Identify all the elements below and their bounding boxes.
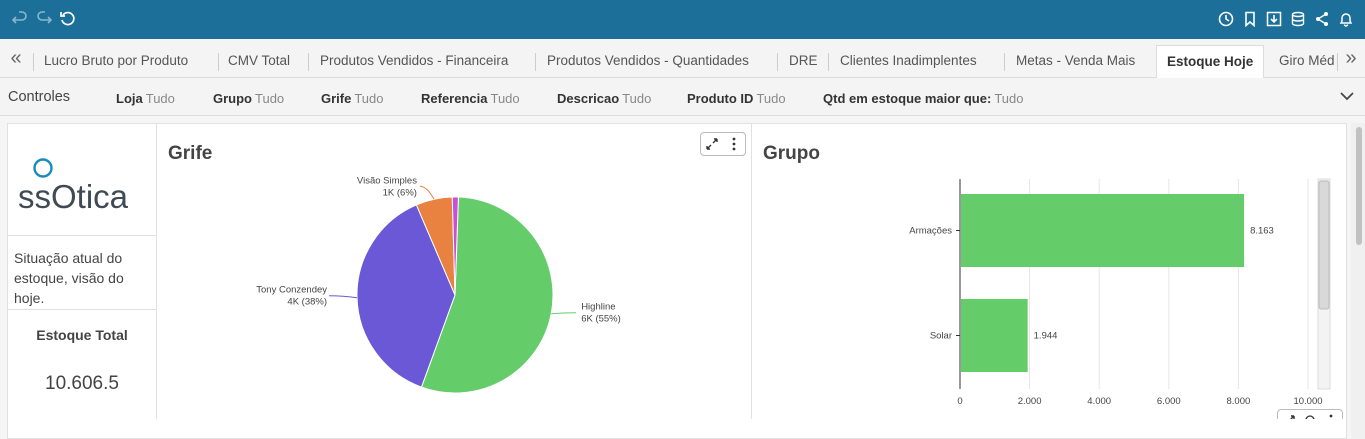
tab-produtos-vendidos-financeira[interactable]: Produtos Vendidos - Financeira	[320, 48, 508, 76]
filter-value: Tudo	[994, 91, 1024, 106]
filter-value: Tudo	[490, 91, 520, 106]
logo: ssOtica	[8, 124, 156, 236]
bar-armaes[interactable]	[961, 194, 1245, 267]
expand-icon[interactable]	[704, 136, 720, 152]
tab-lucro-bruto-por-produto[interactable]: Lucro Bruto por Produto	[44, 48, 188, 76]
filter-grife[interactable]: Grife Tudo	[321, 91, 384, 106]
tab-divider	[1004, 53, 1005, 71]
page-scrollbar[interactable]	[1351, 123, 1365, 439]
scrollbar-thumb[interactable]	[1356, 127, 1362, 245]
pie-label: Visão Simples	[357, 175, 417, 186]
total-kpi: Estoque Total 10.606.5	[8, 309, 156, 421]
pie-label: Highline	[581, 302, 615, 313]
tab-divider	[218, 53, 219, 71]
tab-produtos-vendidos-quantidades[interactable]: Produtos Vendidos - Quantidades	[547, 48, 749, 76]
filter-value: Tudo	[756, 91, 786, 106]
pie-value-label: 6K (55%)	[581, 314, 621, 325]
dashboard-tabs: « Lucro Bruto por Produto CMV Total Prod…	[0, 39, 1365, 79]
tab-giro-medio[interactable]: Giro Méd	[1279, 48, 1335, 76]
controls-bar: Controles Loja Tudo Grupo Tudo Grife Tudo R…	[0, 78, 1365, 116]
grife-pie-chart: Highline6K (55%) Tony Conzendey4K (38%) Vi…	[256, 175, 621, 394]
filter-label: Grupo	[213, 91, 252, 106]
dashboard-content: ssOtica Situação atual do estoque, visão…	[0, 116, 1365, 439]
x-tick-label: 2.000	[1018, 396, 1042, 407]
database-icon[interactable]	[1290, 11, 1306, 27]
grupo-bar-chart: 0 2.000 4.000 6.000 8.000 10.000 Armações 8.163…	[909, 178, 1331, 407]
filter-label: Grife	[321, 91, 352, 106]
filter-produto-id[interactable]: Produto ID Tudo	[687, 91, 786, 106]
undo-icon[interactable]	[12, 11, 28, 27]
zoom-slider-handle[interactable]	[1318, 180, 1330, 310]
refresh-icon[interactable]	[60, 11, 76, 27]
total-label: Estoque Total	[36, 327, 128, 343]
total-value: 10.606.5	[45, 373, 119, 394]
summary-panel: ssOtica Situação atual do estoque, visão…	[7, 123, 157, 420]
pie-label: Tony Conzendey	[256, 285, 327, 296]
clock-icon[interactable]	[1218, 11, 1234, 27]
more-options-icon[interactable]	[726, 136, 742, 152]
filter-label: Loja	[116, 91, 143, 106]
bar-value-label: 1.944	[1034, 331, 1058, 342]
bookmark-icon[interactable]	[1242, 11, 1258, 27]
filter-qtd-em-estoque[interactable]: Qtd em estoque maior que: Tudo	[823, 91, 1023, 106]
filter-loja[interactable]: Loja Tudo	[116, 91, 175, 106]
tabs-scroll-right-icon[interactable]: »	[1337, 39, 1365, 78]
filter-value: Tudo	[145, 91, 175, 106]
tab-clientes-inadimplentes[interactable]: Clientes Inadimplentes	[840, 48, 977, 76]
tab-divider	[777, 53, 778, 71]
filter-value: Tudo	[622, 91, 652, 106]
filter-referencia[interactable]: Referencia Tudo	[421, 91, 520, 106]
tab-divider	[828, 53, 829, 71]
controls-title: Controles	[8, 89, 71, 105]
x-tick-label: 8.000	[1227, 396, 1251, 407]
bar-value-label: 8.163	[1250, 226, 1274, 237]
filter-label: Descricao	[557, 91, 620, 106]
x-tick-label: 10.000	[1293, 396, 1322, 407]
redo-icon[interactable]	[36, 11, 52, 27]
share-icon[interactable]	[1314, 11, 1330, 27]
tab-cmv-total[interactable]: CMV Total	[228, 48, 290, 76]
pie-value-label: 1K (6%)	[383, 187, 417, 198]
filter-value: Tudo	[255, 91, 285, 106]
filter-value: Tudo	[354, 91, 384, 106]
filter-descricao[interactable]: Descricao Tudo	[557, 91, 651, 106]
grife-chart-actions	[700, 132, 746, 156]
y-category-label: Solar	[930, 331, 952, 342]
x-tick-label: 4.000	[1087, 396, 1111, 407]
x-tick-label: 0	[957, 396, 962, 407]
chevron-down-icon[interactable]	[1339, 88, 1355, 104]
tab-divider	[33, 53, 34, 71]
panel-footer-strip	[7, 419, 1347, 439]
dashboard-description: Situação atual do estoque, visão do hoje…	[14, 250, 124, 306]
filter-label: Qtd em estoque maior que:	[823, 91, 992, 106]
top-toolbar	[0, 0, 1365, 39]
grupo-chart-panel: Grupo 0 2.000 4.000 6.000 8.000 10.000 Armaçõe…	[751, 123, 1347, 433]
tab-divider	[308, 53, 309, 71]
tabs-scroll-left-icon[interactable]: «	[2, 39, 30, 78]
filter-label: Referencia	[421, 91, 488, 106]
filter-grupo[interactable]: Grupo Tudo	[213, 91, 284, 106]
bell-icon[interactable]	[1338, 11, 1354, 27]
pie-value-label: 4K (38%)	[287, 297, 327, 308]
x-tick-label: 6.000	[1157, 396, 1181, 407]
bar-solar[interactable]	[961, 299, 1028, 372]
download-icon[interactable]	[1266, 11, 1282, 27]
tab-estoque-hoje[interactable]: Estoque Hoje	[1156, 45, 1265, 79]
tab-dre[interactable]: DRE	[789, 48, 818, 76]
filter-label: Produto ID	[687, 91, 754, 106]
tab-metas-venda-mais[interactable]: Metas - Venda Mais	[1016, 48, 1135, 76]
grife-chart-panel: Grife Highline 6K (55%) Tony Conzendey 4K (…	[156, 123, 752, 420]
y-category-label: Armações	[909, 226, 952, 237]
pie-leader-line	[551, 312, 577, 315]
logo-text: ssOtica	[18, 178, 129, 215]
pie-leader-line	[329, 295, 358, 299]
tab-divider	[535, 53, 536, 71]
pie-leader-line	[419, 185, 435, 200]
